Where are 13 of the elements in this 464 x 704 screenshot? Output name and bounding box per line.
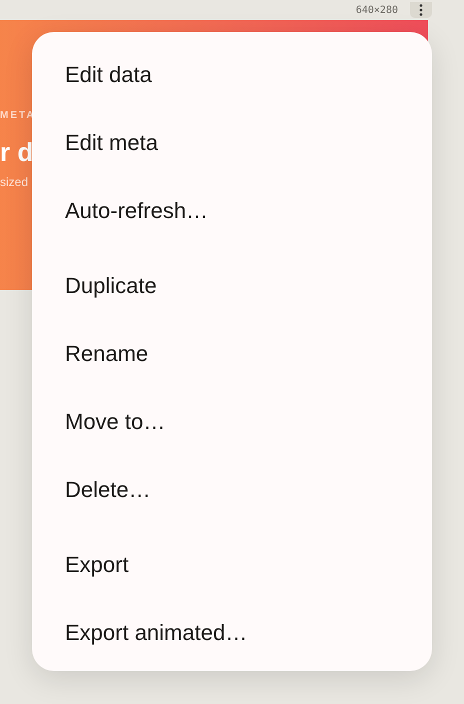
more-options-button[interactable] [410,2,432,18]
menu-item[interactable]: Export [32,530,432,598]
card-subtitle: sized [0,174,28,191]
more-icon [419,4,423,16]
size-label: 640×280 [356,4,398,18]
menu-item[interactable]: Duplicate [32,251,432,319]
menu-item[interactable]: Export animated… [32,598,432,666]
card-title: r d [0,137,34,167]
menu-item[interactable]: Edit data [32,40,432,108]
menu-item[interactable]: Delete… [32,455,432,523]
menu-item[interactable]: Auto-refresh… [32,176,432,244]
menu-item[interactable]: Rename [32,319,432,387]
menu-item[interactable]: Move to… [32,387,432,455]
